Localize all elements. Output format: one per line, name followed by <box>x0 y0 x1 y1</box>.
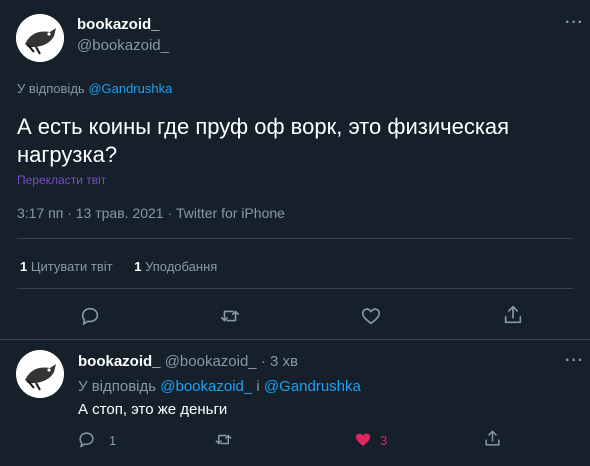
reply-and: і <box>256 378 260 395</box>
reply-handle[interactable]: @bookazoid_ <box>165 353 257 370</box>
reply-icon[interactable] <box>79 305 101 327</box>
replying-to: У відповідь @Gandrushka <box>17 81 172 96</box>
reply-to-mention[interactable]: @Gandrushka <box>88 81 172 96</box>
tweet-text: А есть коины где пруф оф ворк, это физич… <box>17 113 509 169</box>
tweet-text-line: нагрузка? <box>17 142 118 167</box>
tweet-meta: 3:17 пп · 13 трав. 2021 · Twitter for iP… <box>17 205 285 221</box>
divider <box>17 288 573 289</box>
reply-avatar[interactable] <box>16 350 64 398</box>
reply-prefix: У відповідь <box>78 378 157 395</box>
user-handle[interactable]: @bookazoid_ <box>77 37 169 54</box>
reply-header: bookazoid_ @bookazoid_ · 3 хв <box>78 353 298 370</box>
likes-count: 1 <box>134 259 142 274</box>
reply-prefix: У відповідь <box>17 81 85 96</box>
reply-to-mention[interactable]: @bookazoid_ <box>160 378 252 395</box>
share-icon[interactable] <box>483 429 502 448</box>
retweet-icon[interactable] <box>219 305 241 327</box>
quote-count: 1 <box>20 259 28 274</box>
like-icon[interactable] <box>360 305 382 327</box>
tweet-stats: 1 Цитувати твіт 1 Уподобання <box>20 259 217 274</box>
tweet-text-line: А есть коины где пруф оф ворк, это физич… <box>17 114 510 139</box>
likes-label: Уподобання <box>145 259 218 274</box>
display-name[interactable]: bookazoid_ <box>77 16 160 33</box>
avatar[interactable] <box>16 14 64 62</box>
reply-time[interactable]: · 3 хв <box>261 353 298 370</box>
like-count: 3 <box>380 433 388 448</box>
like-icon[interactable] <box>353 430 373 449</box>
reply-replying-to: У відповідь @bookazoid_ і @Gandrushka <box>78 378 361 395</box>
reply-to-mention[interactable]: @Gandrushka <box>264 378 361 395</box>
quote-label: Цитувати твіт <box>30 259 113 274</box>
retweet-icon[interactable] <box>214 430 233 449</box>
reply-display-name[interactable]: bookazoid_ <box>78 353 161 370</box>
divider <box>17 238 573 239</box>
reply-count: 1 <box>109 433 117 448</box>
more-dots-icon[interactable]: ··· <box>565 352 584 370</box>
reply-text: А стоп, это же деньги <box>78 401 228 418</box>
reply-icon[interactable] <box>77 430 96 449</box>
more-dots-icon[interactable]: ··· <box>565 14 584 32</box>
divider <box>0 339 590 340</box>
likes-stat[interactable]: 1 Уподобання <box>134 259 217 274</box>
translate-tweet-link[interactable]: Перекласти твіт <box>17 173 106 187</box>
share-icon[interactable] <box>502 304 524 326</box>
quote-tweet-stat[interactable]: 1 Цитувати твіт <box>20 259 116 274</box>
